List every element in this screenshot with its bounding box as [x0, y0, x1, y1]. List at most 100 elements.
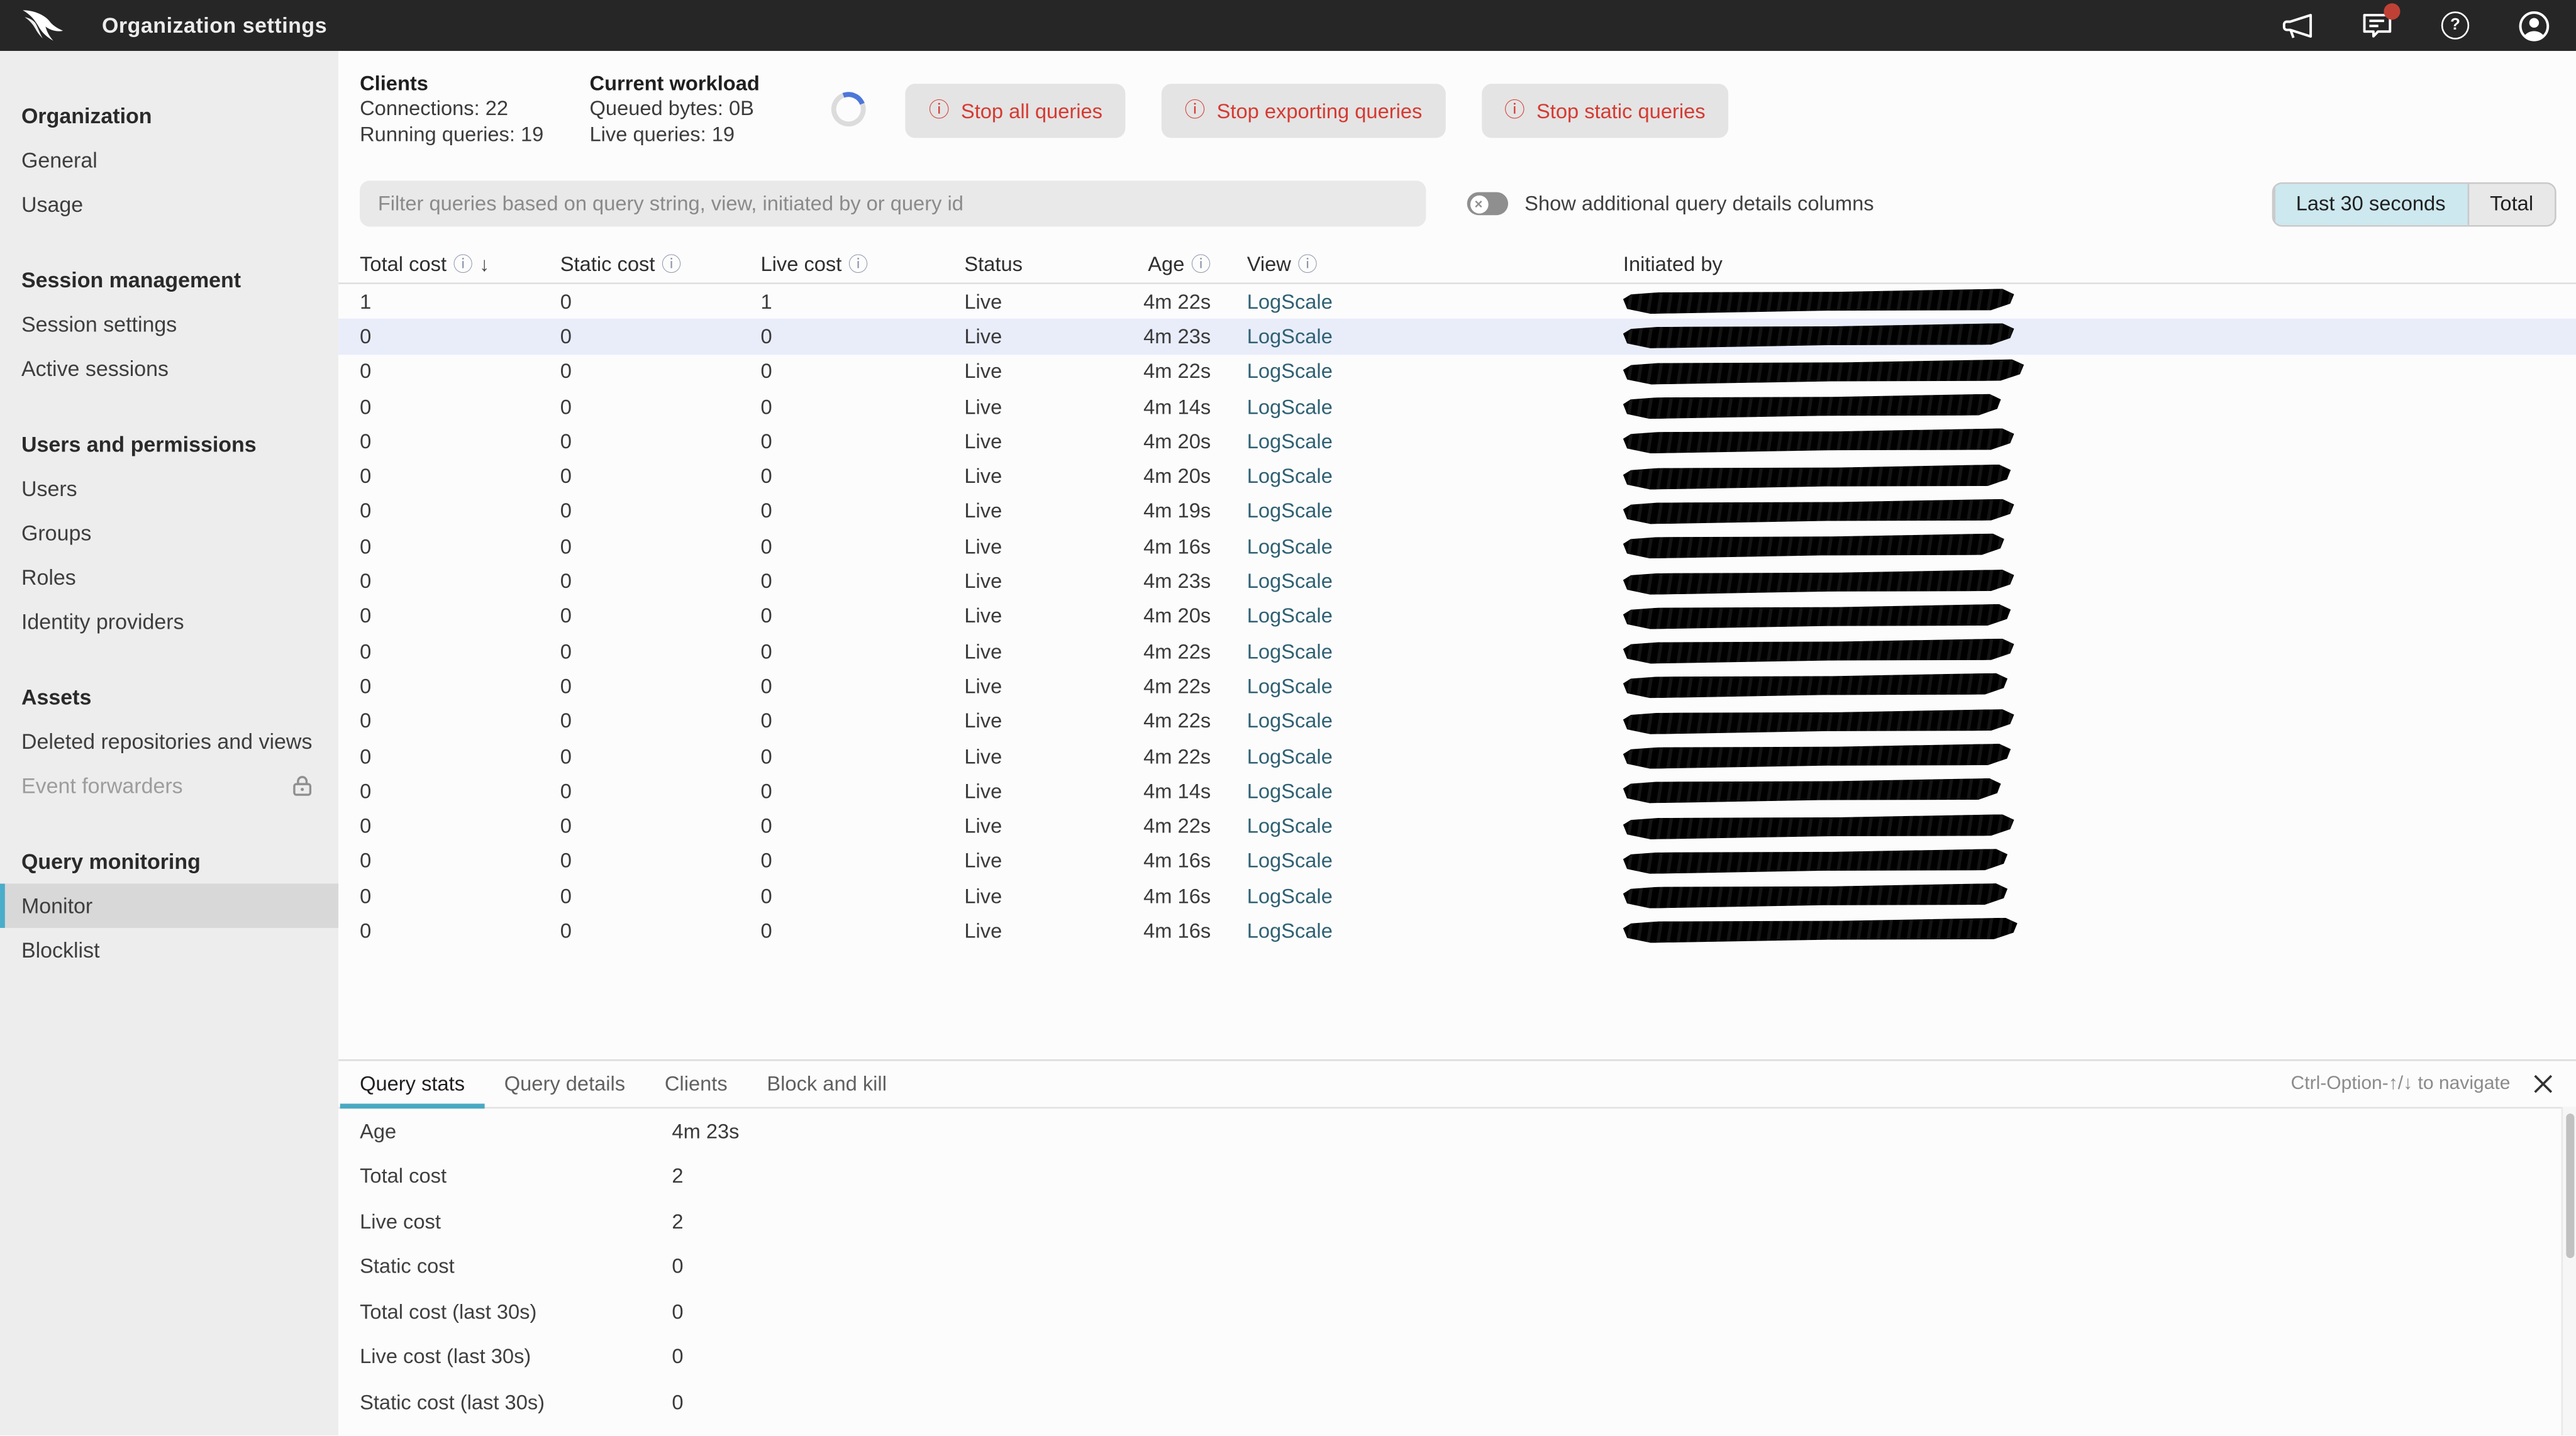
details-columns-toggle[interactable]: × Show additional query details columns	[1467, 192, 1874, 216]
view-link[interactable]: LogScale	[1247, 325, 1333, 348]
initiated-by-cell	[1623, 781, 2553, 802]
table-row[interactable]: 0 0 0 Live 4m 16s LogScale	[338, 529, 2576, 564]
static-cost-cell: 0	[560, 465, 572, 489]
sidebar-item[interactable]: Event forwarders	[0, 764, 338, 809]
table-row[interactable]: 0 0 0 Live 4m 19s LogScale	[338, 494, 2576, 529]
sidebar-item[interactable]: Session settings	[0, 302, 338, 347]
close-icon[interactable]	[2530, 1071, 2557, 1097]
sidebar-item[interactable]: Monitor	[0, 883, 339, 928]
live-cost-cell: 0	[760, 465, 772, 489]
table-row[interactable]: 0 0 0 Live 4m 20s LogScale	[338, 599, 2576, 634]
column-header[interactable]: Live cost ⓘ	[760, 253, 964, 276]
table-row[interactable]: 0 0 0 Live 4m 16s LogScale	[338, 914, 2576, 949]
column-header[interactable]: Age ⓘ	[1102, 253, 1211, 276]
table-row[interactable]: 0 0 0 Live 4m 14s LogScale	[338, 389, 2576, 424]
view-link[interactable]: LogScale	[1247, 605, 1333, 628]
announcements-megaphone-icon[interactable]	[2282, 10, 2313, 41]
column-header[interactable]: Total cost ⓘ ↓	[360, 253, 560, 276]
query-filter-input[interactable]	[360, 180, 1426, 227]
stat-value: 2	[672, 1164, 684, 1188]
toggle-off-switch[interactable]: ×	[1467, 192, 1509, 216]
view-link[interactable]: LogScale	[1247, 465, 1333, 489]
view-link[interactable]: LogScale	[1247, 430, 1333, 453]
table-row[interactable]: 0 0 0 Live 4m 22s LogScale	[338, 809, 2576, 844]
initiated-by-cell	[1623, 466, 2553, 487]
total-cost-cell: 0	[360, 429, 372, 453]
view-link[interactable]: LogScale	[1247, 290, 1333, 313]
stat-row: Live cost (last 30s) 0	[338, 1334, 2576, 1379]
initiated-by-cell	[1623, 676, 2553, 697]
sidebar-item[interactable]: General	[0, 138, 338, 182]
sidebar-item[interactable]: Groups	[0, 511, 338, 555]
time-range-button[interactable]: Total	[2467, 183, 2555, 224]
table-row[interactable]: 0 0 0 Live 4m 22s LogScale	[338, 704, 2576, 739]
table-row[interactable]: 0 0 0 Live 4m 23s LogScale	[338, 319, 2576, 355]
view-link[interactable]: LogScale	[1247, 675, 1333, 698]
filter-bar: × Show additional query details columns …	[360, 180, 2557, 227]
table-row[interactable]: 0 0 0 Live 4m 22s LogScale	[338, 669, 2576, 704]
help-icon[interactable]: ?	[2440, 10, 2471, 41]
view-link[interactable]: LogScale	[1247, 920, 1333, 943]
column-header[interactable]: Initiated by	[1623, 253, 2553, 276]
stop-queries-button[interactable]: ⓘ Stop exporting queries	[1162, 84, 1445, 138]
sidebar-item[interactable]: Blocklist	[0, 928, 338, 973]
view-link[interactable]: LogScale	[1247, 710, 1333, 733]
sidebar-item[interactable]: Deleted repositories and views	[0, 719, 338, 764]
status-cell: Live	[964, 534, 1002, 558]
column-header[interactable]: View ⓘ	[1211, 253, 1623, 276]
table-row[interactable]: 0 0 0 Live 4m 23s LogScale	[338, 564, 2576, 599]
stop-queries-button[interactable]: ⓘ Stop all queries	[906, 84, 1126, 138]
status-cell: Live	[964, 885, 1002, 908]
live-cost-cell: 0	[760, 395, 772, 418]
view-link[interactable]: LogScale	[1247, 640, 1333, 663]
sidebar-item[interactable]: Usage	[0, 182, 338, 227]
total-cost-cell: 0	[360, 360, 372, 384]
view-link[interactable]: LogScale	[1247, 815, 1333, 838]
view-link[interactable]: LogScale	[1247, 500, 1333, 523]
view-link[interactable]: LogScale	[1247, 850, 1333, 873]
table-row[interactable]: 0 0 0 Live 4m 22s LogScale	[338, 634, 2576, 669]
redacted-initiated-by	[1623, 744, 2011, 769]
notifications-chat-icon[interactable]	[2361, 3, 2401, 41]
table-row[interactable]: 1 0 1 Live 4m 22s LogScale	[338, 284, 2576, 319]
sidebar-item[interactable]: Roles	[0, 555, 338, 600]
table-row[interactable]: 0 0 0 Live 4m 20s LogScale	[338, 459, 2576, 494]
column-header[interactable]: Status	[964, 253, 1102, 276]
initiated-by-cell	[1623, 885, 2553, 907]
live-cost-cell: 0	[760, 639, 772, 663]
sidebar-item[interactable]: Active sessions	[0, 346, 338, 391]
account-avatar-icon[interactable]	[2519, 10, 2550, 41]
time-range-button[interactable]: Last 30 seconds	[2273, 183, 2467, 224]
view-link[interactable]: LogScale	[1247, 570, 1333, 593]
details-tab[interactable]: Query details	[484, 1061, 645, 1107]
details-scrollbar[interactable]	[2561, 1107, 2576, 1436]
details-tab[interactable]: Clients	[645, 1061, 748, 1107]
view-link[interactable]: LogScale	[1247, 780, 1333, 803]
stop-queries-button[interactable]: ⓘ Stop static queries	[1481, 84, 1729, 138]
view-link[interactable]: LogScale	[1247, 745, 1333, 768]
sidebar-item[interactable]: Identity providers	[0, 599, 338, 644]
query-table-body: 1 0 1 Live 4m 22s LogScale 0 0 0 Live 4m…	[338, 284, 2576, 949]
details-tab[interactable]: Query stats	[340, 1061, 485, 1109]
sidebar-item[interactable]: Users	[0, 467, 338, 511]
total-cost-cell: 0	[360, 814, 372, 838]
static-cost-cell: 0	[560, 814, 572, 838]
table-row[interactable]: 0 0 0 Live 4m 22s LogScale	[338, 739, 2576, 774]
static-cost-cell: 0	[560, 534, 572, 558]
view-link[interactable]: LogScale	[1247, 885, 1333, 908]
view-link[interactable]: LogScale	[1247, 360, 1333, 384]
table-row[interactable]: 0 0 0 Live 4m 20s LogScale	[338, 424, 2576, 459]
total-cost-cell: 0	[360, 465, 372, 489]
table-row[interactable]: 0 0 0 Live 4m 14s LogScale	[338, 774, 2576, 809]
initiated-by-cell	[1623, 746, 2553, 767]
table-row[interactable]: 0 0 0 Live 4m 16s LogScale	[338, 844, 2576, 879]
details-tab[interactable]: Block and kill	[747, 1061, 906, 1107]
app-window: Organization settings ? Organization Gen…	[0, 0, 2576, 1436]
view-link[interactable]: LogScale	[1247, 535, 1333, 558]
scrollbar-thumb[interactable]	[2565, 1113, 2575, 1258]
column-header[interactable]: Static cost ⓘ	[560, 253, 761, 276]
table-row[interactable]: 0 0 0 Live 4m 16s LogScale	[338, 879, 2576, 914]
table-row[interactable]: 0 0 0 Live 4m 22s LogScale	[338, 354, 2576, 389]
time-range-segmented-control: Last 30 seconds Total	[2271, 181, 2557, 226]
view-link[interactable]: LogScale	[1247, 395, 1333, 418]
